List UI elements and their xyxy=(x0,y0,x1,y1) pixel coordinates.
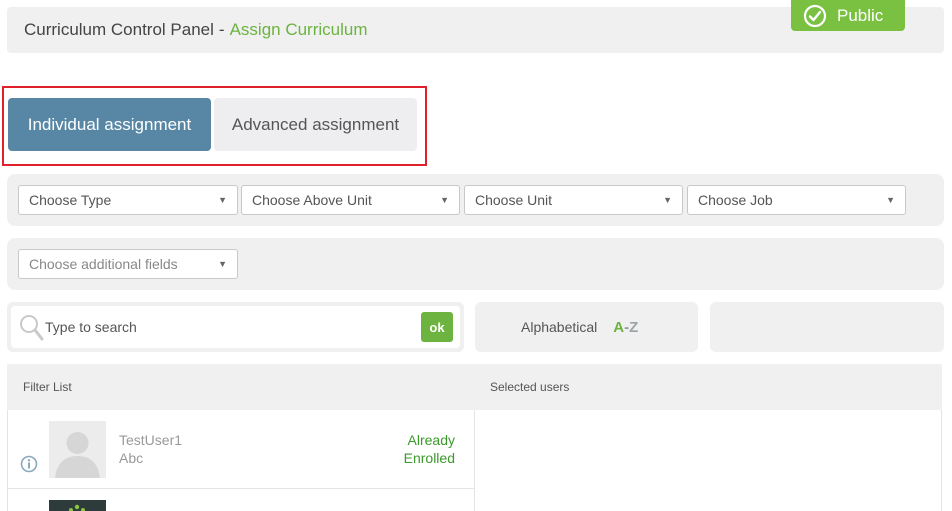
tab-advanced-assignment[interactable]: Advanced assignment xyxy=(214,98,417,151)
job-select-value: Choose Job xyxy=(698,192,773,208)
search-icon xyxy=(20,315,44,341)
public-badge-label: Public xyxy=(837,5,884,25)
breadcrumb-separator: - xyxy=(218,20,225,39)
header-title: Curriculum Control Panel xyxy=(24,20,214,39)
assignment-tabs: Individual assignment Advanced assignmen… xyxy=(2,86,427,166)
type-select-value: Choose Type xyxy=(29,192,112,208)
filter-row: Choose Type ▼ Choose Above Unit ▼ Choose… xyxy=(7,174,944,226)
filter-list: TestUser1 Abc Already Enrolled xyxy=(7,410,475,511)
public-badge[interactable]: Public xyxy=(791,0,905,31)
chevron-down-icon: ▼ xyxy=(663,195,672,205)
breadcrumb-active[interactable]: Assign Curriculum xyxy=(230,20,368,40)
avatar xyxy=(49,500,106,511)
filter-list-header: Filter List xyxy=(23,380,72,394)
list-item[interactable]: TestUser1 Abc Already Enrolled xyxy=(8,410,474,489)
sort-toggle[interactable]: Alphabetical A-Z xyxy=(475,302,698,352)
enrollment-status: Already Enrolled xyxy=(403,432,455,466)
selected-users-header: Selected users xyxy=(490,380,570,394)
type-select[interactable]: Choose Type ▼ xyxy=(18,185,238,215)
az-sort-icon: A-Z xyxy=(613,318,639,336)
list-header: Filter List Selected users xyxy=(7,364,942,410)
sort-label: Alphabetical xyxy=(521,319,598,335)
user-unit: Abc xyxy=(119,450,144,466)
empty-panel xyxy=(710,302,944,352)
check-circle-icon xyxy=(803,4,827,27)
chevron-down-icon: ▼ xyxy=(886,195,895,205)
tree-logo-icon xyxy=(49,500,106,511)
job-select[interactable]: Choose Job ▼ xyxy=(687,185,906,215)
additional-filter-row: Choose additional fields ▼ xyxy=(7,238,944,290)
info-icon[interactable] xyxy=(20,455,38,473)
user-silhouette-icon xyxy=(49,421,106,478)
tab-individual-assignment[interactable]: Individual assignment xyxy=(8,98,211,151)
search-ok-button[interactable]: ok xyxy=(421,312,453,342)
above-unit-select[interactable]: Choose Above Unit ▼ xyxy=(241,185,460,215)
chevron-down-icon: ▼ xyxy=(218,195,227,205)
unit-select-value: Choose Unit xyxy=(475,192,553,208)
unit-select[interactable]: Choose Unit ▼ xyxy=(464,185,683,215)
avatar xyxy=(49,421,106,478)
search-input[interactable] xyxy=(45,314,415,340)
selected-users-list xyxy=(475,410,942,511)
chevron-down-icon: ▼ xyxy=(440,195,449,205)
search-field-container: ok xyxy=(11,306,460,348)
search-box: ok xyxy=(7,302,464,352)
chevron-down-icon: ▼ xyxy=(218,259,227,269)
user-name: TestUser1 xyxy=(119,432,183,448)
additional-fields-value: Choose additional fields xyxy=(29,256,178,272)
above-unit-select-value: Choose Above Unit xyxy=(252,192,372,208)
additional-fields-select[interactable]: Choose additional fields ▼ xyxy=(18,249,238,279)
